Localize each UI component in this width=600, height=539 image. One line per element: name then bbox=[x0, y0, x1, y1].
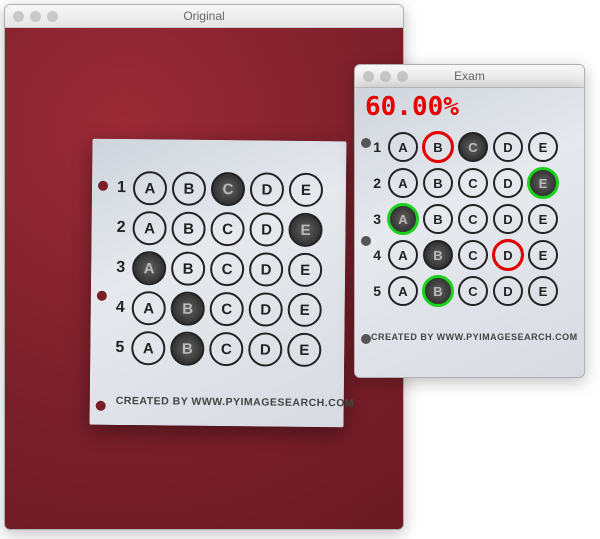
bubble-a: A bbox=[388, 204, 418, 234]
bubble-d: D bbox=[249, 252, 283, 286]
question-row: 5ABCDE bbox=[110, 331, 321, 367]
bubble-b: B bbox=[423, 168, 453, 198]
incorrect-ring-icon bbox=[492, 239, 524, 271]
bubble-c: C bbox=[458, 132, 488, 162]
bubble-d: D bbox=[493, 240, 523, 270]
credit-text: CREATED BY WWW.PYIMAGESEARCH.COM bbox=[116, 395, 355, 409]
bubble-e: E bbox=[287, 333, 321, 367]
bubble-c: C bbox=[458, 276, 488, 306]
window-title: Exam bbox=[355, 69, 584, 83]
bubble-b: B bbox=[170, 332, 204, 366]
question-row: 2ABCDE bbox=[367, 168, 558, 198]
bubble-c: C bbox=[458, 204, 488, 234]
bubble-d: D bbox=[249, 212, 283, 246]
bubble-c: C bbox=[458, 240, 488, 270]
bubble-a: A bbox=[132, 251, 166, 285]
titlebar-exam[interactable]: Exam bbox=[355, 65, 584, 88]
punch-hole-icon bbox=[361, 334, 371, 344]
question-row: 4ABCDE bbox=[111, 291, 322, 327]
correct-ring-icon bbox=[387, 203, 419, 235]
content-exam: 60.00% 1ABCDE2ABCDE3ABCDE4ABCDE5ABCDE CR… bbox=[355, 88, 584, 378]
question-number: 4 bbox=[111, 299, 125, 317]
question-number: 1 bbox=[112, 179, 126, 197]
content-original: 1ABCDE2ABCDE3ABCDE4ABCDE5ABCDE CREATED B… bbox=[5, 28, 403, 530]
bubble-a: A bbox=[133, 171, 167, 205]
correct-ring-icon bbox=[422, 275, 454, 307]
bubble-c: C bbox=[211, 172, 245, 206]
bubble-e: E bbox=[288, 253, 322, 287]
titlebar-original[interactable]: Original bbox=[5, 5, 403, 28]
bubble-d: D bbox=[249, 292, 283, 326]
answer-sheet-graded: 60.00% 1ABCDE2ABCDE3ABCDE4ABCDE5ABCDE CR… bbox=[355, 88, 584, 378]
bubble-a: A bbox=[132, 211, 166, 245]
question-number: 2 bbox=[367, 175, 381, 191]
window-title: Original bbox=[5, 9, 403, 23]
question-number: 3 bbox=[111, 259, 125, 277]
bubble-d: D bbox=[250, 172, 284, 206]
bubble-d: D bbox=[493, 132, 523, 162]
question-number: 4 bbox=[367, 247, 381, 263]
bubble-c: C bbox=[209, 332, 243, 366]
correct-ring-icon bbox=[527, 167, 559, 199]
bubble-a: A bbox=[388, 168, 418, 198]
punch-hole-icon bbox=[98, 181, 108, 191]
bubble-a: A bbox=[131, 331, 165, 365]
bubble-grid: 1ABCDE2ABCDE3ABCDE4ABCDE5ABCDE bbox=[110, 171, 323, 367]
bubble-b: B bbox=[423, 276, 453, 306]
question-number: 5 bbox=[110, 339, 124, 357]
bubble-d: D bbox=[493, 276, 523, 306]
question-row: 1ABCDE bbox=[367, 132, 558, 162]
bubble-b: B bbox=[423, 204, 453, 234]
punch-hole-icon bbox=[97, 291, 107, 301]
question-row: 3ABCDE bbox=[111, 251, 322, 287]
question-number: 2 bbox=[111, 219, 125, 237]
bubble-e: E bbox=[289, 173, 323, 207]
bubble-e: E bbox=[528, 132, 558, 162]
bubble-a: A bbox=[132, 291, 166, 325]
question-number: 3 bbox=[367, 211, 381, 227]
punch-hole-icon bbox=[96, 401, 106, 411]
window-original: Original 1ABCDE2ABCDE3ABCDE4ABCDE5ABCDE … bbox=[4, 4, 404, 530]
bubble-e: E bbox=[528, 204, 558, 234]
bubble-d: D bbox=[248, 332, 282, 366]
bubble-d: D bbox=[493, 204, 523, 234]
bubble-e: E bbox=[288, 293, 322, 327]
bubble-e: E bbox=[528, 276, 558, 306]
bubble-b: B bbox=[171, 252, 205, 286]
punch-hole-icon bbox=[361, 236, 371, 246]
bubble-a: A bbox=[388, 276, 418, 306]
credit-text: CREATED BY WWW.PYIMAGESEARCH.COM bbox=[371, 332, 578, 342]
bubble-c: C bbox=[210, 292, 244, 326]
bubble-e: E bbox=[288, 213, 322, 247]
bubble-c: C bbox=[210, 252, 244, 286]
question-row: 2ABCDE bbox=[111, 211, 322, 247]
bubble-grid: 1ABCDE2ABCDE3ABCDE4ABCDE5ABCDE bbox=[367, 132, 558, 306]
score-text: 60.00% bbox=[365, 92, 459, 122]
bubble-e: E bbox=[528, 168, 558, 198]
question-row: 1ABCDE bbox=[112, 171, 323, 207]
bubble-b: B bbox=[172, 172, 206, 206]
bubble-d: D bbox=[493, 168, 523, 198]
bubble-b: B bbox=[423, 132, 453, 162]
bubble-e: E bbox=[528, 240, 558, 270]
bubble-b: B bbox=[171, 212, 205, 246]
question-number: 5 bbox=[367, 283, 381, 299]
bubble-a: A bbox=[388, 240, 418, 270]
incorrect-ring-icon bbox=[422, 131, 454, 163]
window-exam: Exam 60.00% 1ABCDE2ABCDE3ABCDE4ABCDE5ABC… bbox=[354, 64, 585, 378]
bubble-c: C bbox=[458, 168, 488, 198]
question-row: 5ABCDE bbox=[367, 276, 558, 306]
answer-sheet: 1ABCDE2ABCDE3ABCDE4ABCDE5ABCDE CREATED B… bbox=[90, 139, 347, 428]
bubble-b: B bbox=[171, 292, 205, 326]
bubble-c: C bbox=[210, 212, 244, 246]
bubble-b: B bbox=[423, 240, 453, 270]
punch-hole-icon bbox=[361, 138, 371, 148]
bubble-a: A bbox=[388, 132, 418, 162]
question-row: 3ABCDE bbox=[367, 204, 558, 234]
question-row: 4ABCDE bbox=[367, 240, 558, 270]
